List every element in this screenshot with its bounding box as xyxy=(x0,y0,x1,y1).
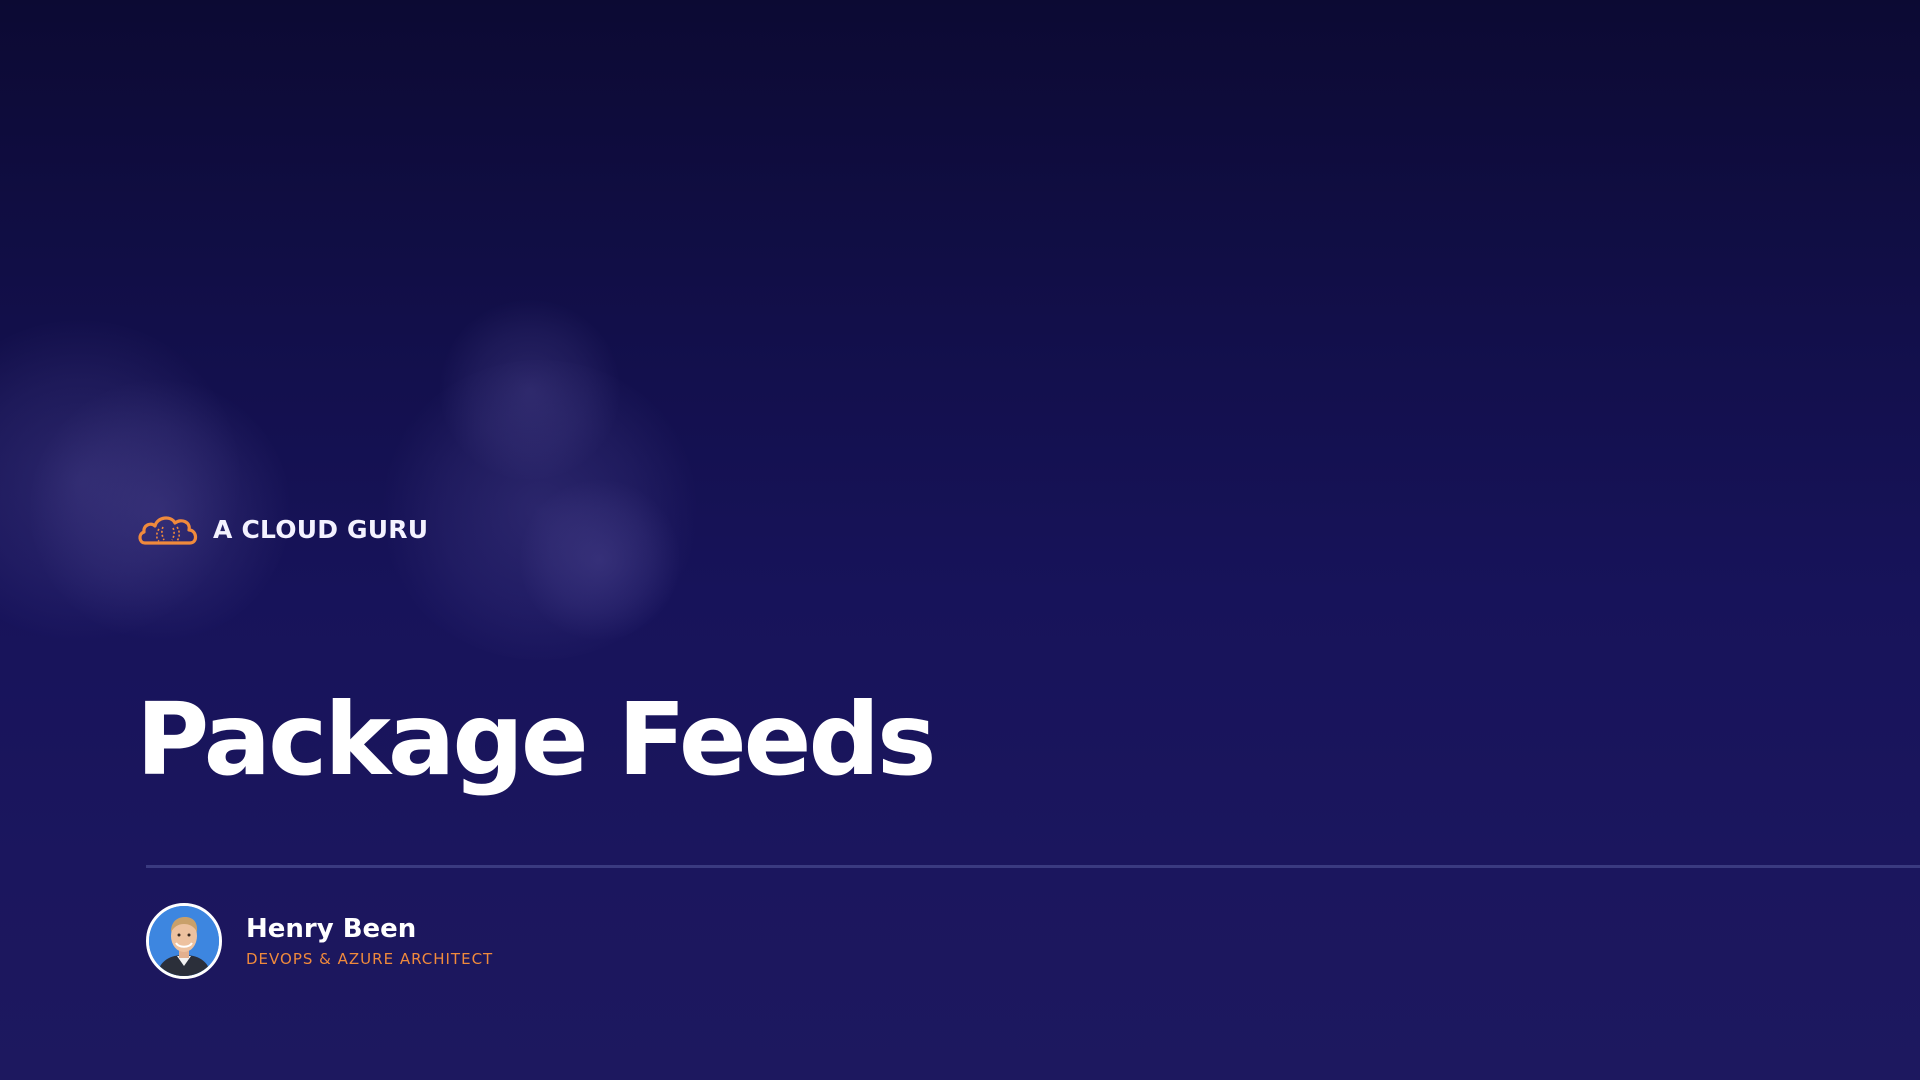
cloud-logo-icon xyxy=(138,516,198,545)
background-cloud-texture xyxy=(520,480,680,640)
brand-lockup: A CLOUD GURU xyxy=(137,506,428,552)
avatar xyxy=(146,903,222,979)
title-slide: A CLOUD GURU Package Feeds Henry Been DE… xyxy=(0,0,1920,1080)
presenter-role: DEVOPS & AZURE ARCHITECT xyxy=(246,950,494,968)
presenter-card: Henry Been DEVOPS & AZURE ARCHITECT xyxy=(146,903,493,979)
slide-title: Package Feeds xyxy=(136,681,937,798)
brand-name: A CLOUD GURU xyxy=(213,514,429,544)
background-cloud-texture xyxy=(440,300,620,480)
presenter-name: Henry Been xyxy=(246,914,417,944)
avatar-photo-icon xyxy=(149,906,219,976)
divider-line xyxy=(146,865,1920,868)
